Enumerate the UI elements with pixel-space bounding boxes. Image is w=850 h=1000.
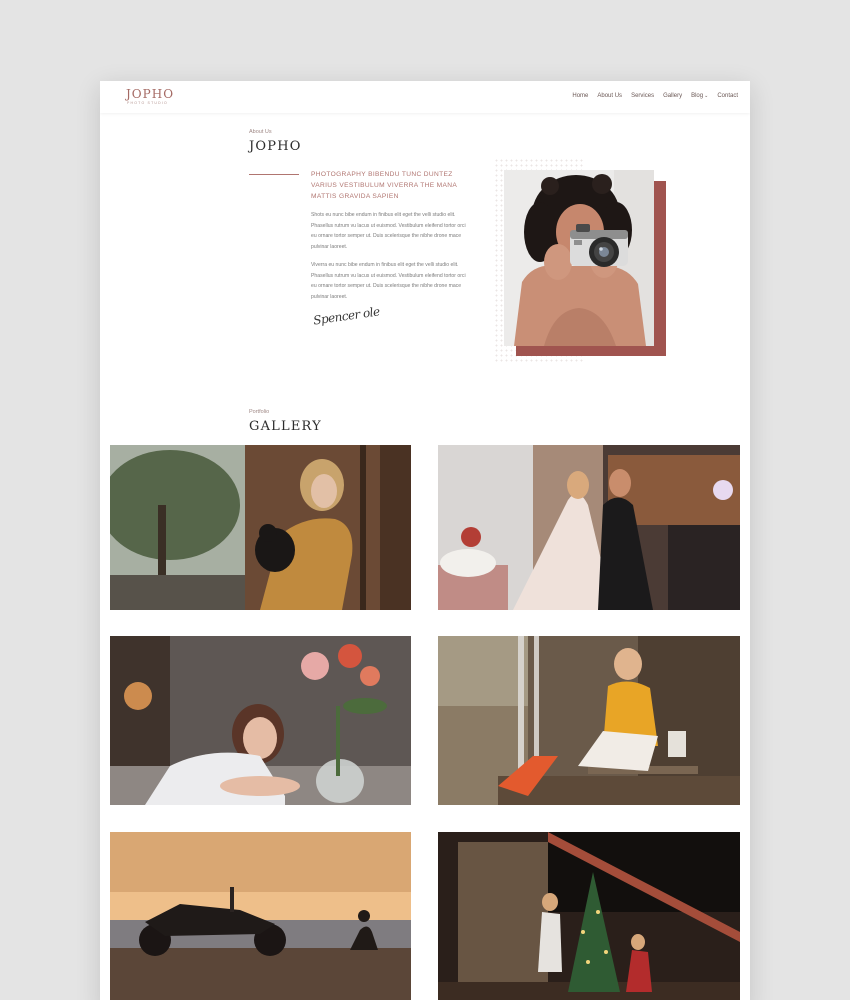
about-eyebrow: About Us — [249, 129, 272, 135]
nav-item-blog-label: Blog — [691, 93, 704, 99]
site-header: JOPHO PHOTO STUDIO Home About Us Service… — [100, 81, 750, 113]
nav-item-contact[interactable]: Contact — [717, 92, 738, 100]
logo-tagline: PHOTO STUDIO — [127, 101, 168, 105]
about-title: JOPHO — [249, 139, 302, 154]
gallery-title: GALLERY — [249, 419, 322, 434]
gallery-photo-motorcycle-sunset[interactable] — [110, 832, 411, 1000]
nav-item-about-us[interactable]: About Us — [597, 92, 622, 100]
gallery-photo-wedding-dance[interactable] — [438, 445, 740, 610]
gallery-photo-girl-with-flowers[interactable] — [110, 636, 411, 805]
gallery-photo-woman-with-cat[interactable] — [110, 445, 411, 610]
main-nav: Home About Us Services Gallery Blog⌄ Con… — [572, 92, 738, 100]
nav-item-services[interactable]: Services — [631, 92, 654, 100]
portrait-photo — [504, 170, 654, 346]
about-divider — [249, 174, 299, 175]
nav-item-gallery[interactable]: Gallery — [663, 92, 682, 100]
nav-item-blog[interactable]: Blog⌄ — [691, 92, 708, 100]
chevron-down-icon: ⌄ — [704, 93, 709, 99]
page-canvas: JOPHO PHOTO STUDIO Home About Us Service… — [100, 81, 750, 1000]
nav-item-home[interactable]: Home — [572, 92, 588, 100]
about-paragraph-2: Viverra eu nunc bibe endum in finibus el… — [311, 262, 466, 300]
signature: Spencer ole — [312, 304, 381, 328]
gallery-photo-girl-on-porch[interactable] — [438, 636, 740, 805]
gallery-eyebrow: Portfolio — [249, 409, 270, 415]
about-lead-text: Photography bibendu tunc duntez varius v… — [311, 171, 457, 200]
about-paragraph-1: Shots eu nunc bibe endum in finibus elit… — [311, 212, 466, 250]
gallery-photo-christmas-tree[interactable] — [438, 832, 740, 1000]
about-portrait — [494, 158, 674, 363]
logo-wordmark: JOPHO — [126, 87, 175, 101]
logo[interactable]: JOPHO PHOTO STUDIO — [126, 87, 174, 106]
